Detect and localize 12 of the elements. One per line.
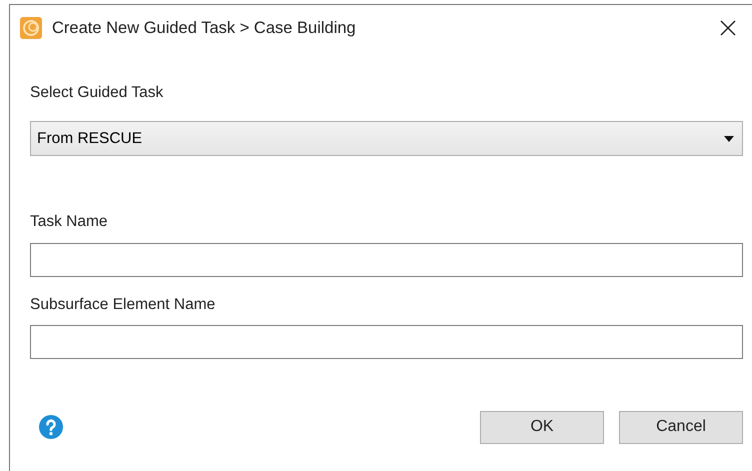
dialog-button[interactable]: Cancel (619, 410, 743, 444)
caret-icon (724, 136, 734, 142)
text-field[interactable] (30, 242, 743, 276)
field-label: Subsurface Element Name (30, 294, 216, 314)
field-label: Task Name (30, 212, 109, 232)
dialog-button[interactable]: OK (480, 410, 604, 444)
window-title: Create New Guided Task > Case Building (52, 18, 356, 39)
text-field[interactable] (30, 324, 743, 359)
field-label: Select Guided Task (30, 83, 164, 103)
task-dropdown[interactable]: From RESCUE (30, 121, 743, 156)
app-icon (20, 17, 42, 39)
help-icon[interactable] (39, 415, 63, 440)
